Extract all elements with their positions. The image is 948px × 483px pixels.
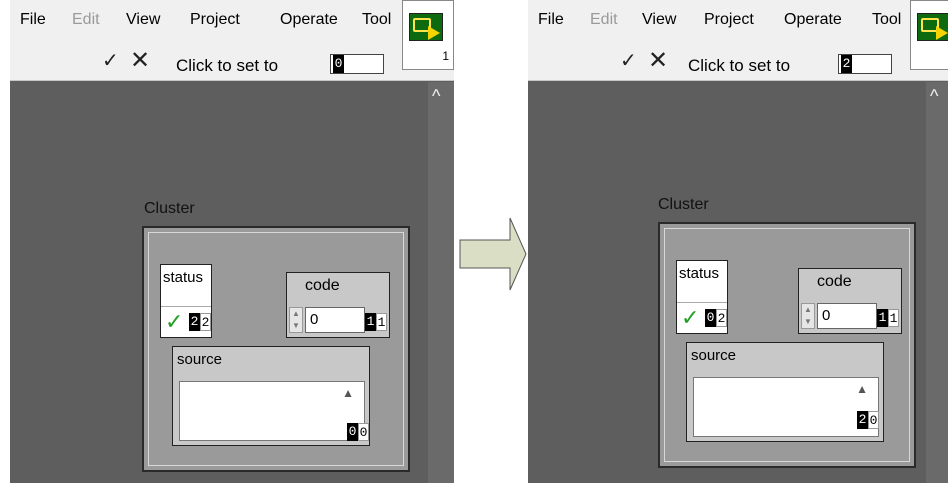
set-to-label: Click to set to bbox=[688, 56, 791, 75]
menu-project[interactable]: Project bbox=[704, 11, 754, 29]
vi-icon[interactable] bbox=[910, 0, 948, 70]
code-control: code ▲ ▼ 0 1 1 bbox=[798, 268, 902, 334]
code-value: 0 bbox=[822, 307, 831, 324]
cancel-icon[interactable]: ✕ bbox=[648, 46, 668, 75]
source-label: source bbox=[691, 347, 737, 364]
front-panel-after: File Edit View Project Operate Tool ✓ ✕ … bbox=[528, 0, 948, 483]
scroll-up-icon[interactable]: ^ bbox=[930, 86, 938, 107]
menu-bar: File Edit View Project Operate Tool bbox=[528, 0, 948, 40]
code-value: 0 bbox=[310, 311, 319, 328]
status-indicator: status ✓ 0 2 bbox=[676, 260, 728, 334]
status-value-area[interactable]: ✓ 0 2 bbox=[677, 302, 727, 333]
source-index-black: 0 bbox=[347, 423, 358, 441]
code-label: code bbox=[817, 273, 852, 290]
menu-operate[interactable]: Operate bbox=[784, 11, 842, 29]
menu-view[interactable]: View bbox=[126, 11, 160, 29]
code-index-white: 1 bbox=[376, 313, 387, 331]
status-label: status bbox=[163, 269, 204, 286]
set-to-label: Click to set to bbox=[176, 56, 279, 75]
source-input[interactable]: ▲ bbox=[693, 377, 879, 437]
source-index-white: 0 bbox=[358, 423, 369, 441]
confirm-icon[interactable]: ✓ bbox=[102, 48, 119, 73]
right-arrow-icon bbox=[459, 217, 527, 291]
menu-bar: File Edit View Project Operate Tool bbox=[10, 0, 454, 40]
menu-tools[interactable]: Tool bbox=[362, 11, 391, 29]
status-index-black: 2 bbox=[189, 313, 200, 331]
toolbar: ✓ ✕ Click to set to 2 bbox=[528, 40, 948, 81]
vi-icon-number: 1 bbox=[442, 49, 449, 63]
source-control: source ▲ 2 0 bbox=[686, 342, 884, 442]
cluster-label: Cluster bbox=[658, 196, 709, 213]
status-indicator: status ✓ 2 2 bbox=[160, 264, 212, 338]
confirm-icon[interactable]: ✓ bbox=[620, 48, 637, 73]
code-stepper[interactable]: ▲ ▼ bbox=[289, 307, 303, 333]
source-scroll-up-icon[interactable]: ▲ bbox=[856, 382, 868, 396]
set-to-value: 2 bbox=[841, 55, 852, 73]
code-control: code ▲ ▼ 0 1 1 bbox=[286, 272, 390, 338]
status-label: status bbox=[679, 265, 720, 282]
vi-icon[interactable]: 1 bbox=[402, 0, 454, 70]
code-input[interactable]: 0 bbox=[305, 307, 365, 333]
front-panel-before: File Edit View Project Operate Tool ✓ ✕ … bbox=[10, 0, 454, 483]
cluster-label: Cluster bbox=[144, 200, 195, 217]
status-index-black: 0 bbox=[705, 309, 716, 327]
menu-tools[interactable]: Tool bbox=[872, 11, 901, 29]
menu-view[interactable]: View bbox=[642, 11, 676, 29]
cluster-container: status ✓ 0 2 code ▲ ▼ 0 1 1 source ▲ 2 0 bbox=[658, 222, 916, 468]
status-index-white: 2 bbox=[200, 313, 211, 331]
status-check-icon[interactable]: ✓ bbox=[165, 309, 183, 335]
source-scroll-up-icon[interactable]: ▲ bbox=[342, 386, 354, 400]
code-index-white: 1 bbox=[888, 309, 899, 327]
code-index-black: 1 bbox=[365, 313, 376, 331]
code-input[interactable]: 0 bbox=[817, 303, 877, 329]
status-value-area[interactable]: ✓ 2 2 bbox=[161, 306, 211, 337]
set-to-input[interactable]: 2 bbox=[838, 54, 892, 74]
status-index-white: 2 bbox=[716, 309, 727, 327]
set-to-input[interactable]: 0 bbox=[330, 54, 384, 74]
source-control: source ▲ 0 0 bbox=[172, 346, 370, 446]
cluster-container: status ✓ 2 2 code ▲ ▼ 0 1 1 source ▲ 0 0 bbox=[142, 226, 410, 472]
scroll-up-icon[interactable]: ^ bbox=[432, 86, 440, 107]
source-label: source bbox=[177, 351, 223, 368]
source-index-white: 0 bbox=[868, 411, 879, 429]
source-index-black: 2 bbox=[857, 411, 868, 429]
vertical-scrollbar[interactable]: ^ bbox=[428, 82, 454, 483]
set-to-value: 0 bbox=[333, 55, 344, 73]
menu-edit[interactable]: Edit bbox=[72, 11, 100, 29]
toolbar: ✓ ✕ Click to set to 0 bbox=[10, 40, 454, 81]
menu-project[interactable]: Project bbox=[190, 11, 240, 29]
vi-glyph-icon bbox=[917, 13, 948, 41]
vertical-scrollbar[interactable]: ^ bbox=[926, 82, 948, 483]
status-check-icon[interactable]: ✓ bbox=[681, 305, 699, 331]
source-input[interactable]: ▲ bbox=[179, 381, 365, 441]
code-label: code bbox=[305, 277, 340, 294]
menu-file[interactable]: File bbox=[20, 11, 46, 29]
menu-file[interactable]: File bbox=[538, 11, 564, 29]
code-stepper[interactable]: ▲ ▼ bbox=[801, 303, 815, 329]
vi-glyph-icon bbox=[409, 13, 443, 41]
code-index-black: 1 bbox=[877, 309, 888, 327]
menu-operate[interactable]: Operate bbox=[280, 11, 338, 29]
cancel-icon[interactable]: ✕ bbox=[130, 46, 150, 75]
menu-edit[interactable]: Edit bbox=[590, 11, 618, 29]
